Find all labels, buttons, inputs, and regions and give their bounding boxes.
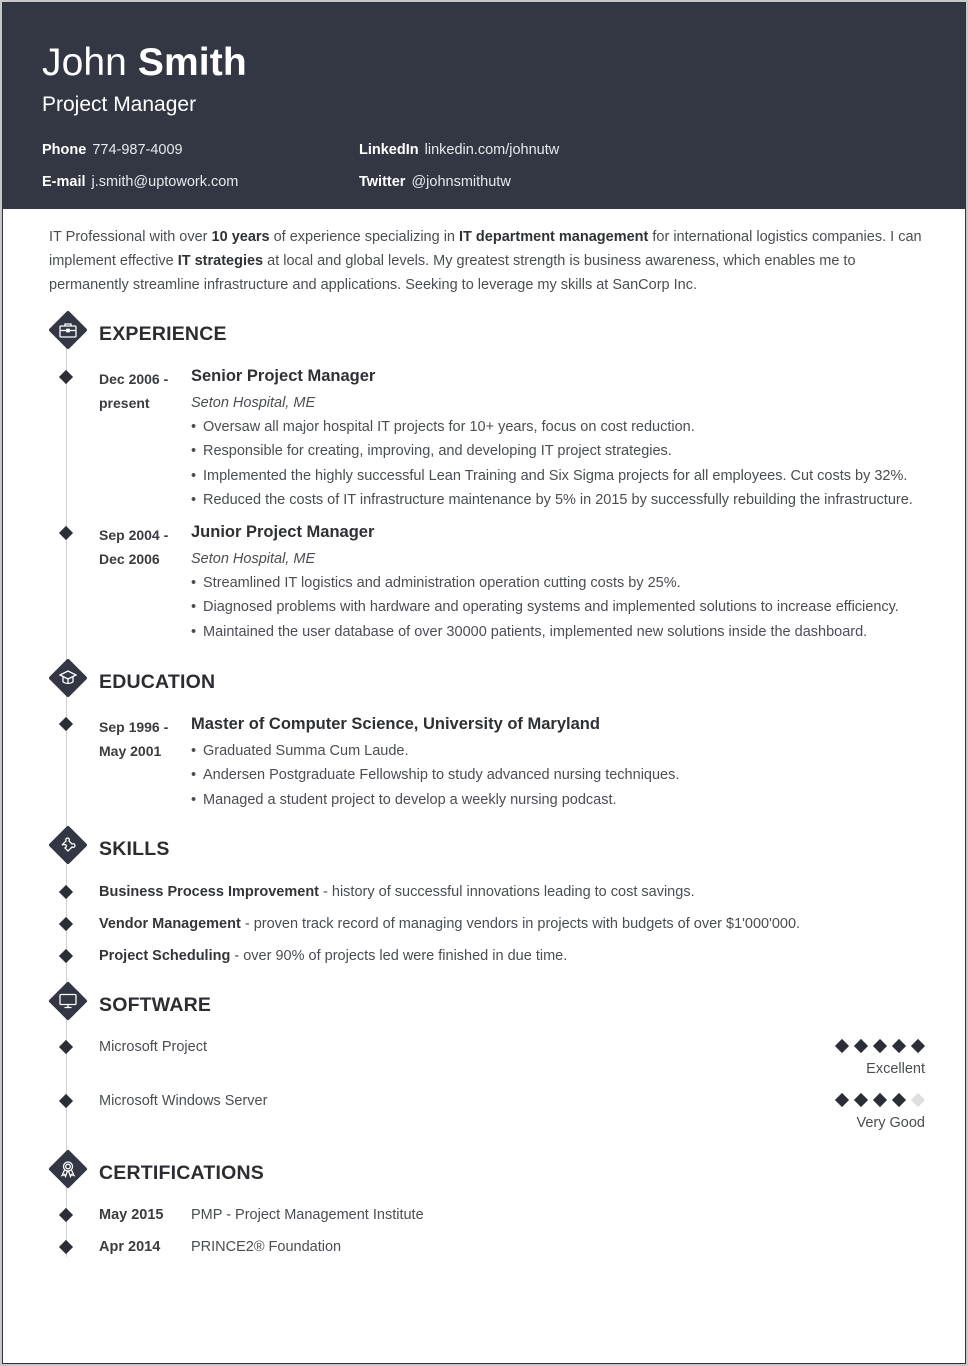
bullet-item: Diagnosed problems with hardware and ope… xyxy=(191,595,899,619)
skill-name: Business Process Improvement xyxy=(99,884,320,900)
timeline-dot xyxy=(58,948,74,964)
software-name: Microsoft Project xyxy=(99,1039,207,1055)
company: Seton Hospital, ME xyxy=(191,395,316,411)
section-title-skills: SKILLS xyxy=(99,838,170,860)
resume-page: John Smith Project Manager Phone 774-987-… xyxy=(2,2,966,1364)
last-name: Smith xyxy=(137,41,247,84)
skill-desc: - history of successful innovations lead… xyxy=(319,884,695,900)
rating-diamond-filled xyxy=(891,1092,907,1108)
date-start: Sep 1996 - xyxy=(99,719,169,735)
summary-highlight: 10 years xyxy=(211,229,270,245)
briefcase-icon xyxy=(48,310,88,350)
monitor-icon xyxy=(48,981,88,1021)
puzzle-icon xyxy=(48,825,88,865)
contact-value[interactable]: j.smith@uptowork.com xyxy=(92,174,239,190)
cert-name: PMP - Project Management Institute xyxy=(191,1207,424,1223)
section-title-certifications: CERTIFICATIONS xyxy=(99,1162,264,1184)
date-end: present xyxy=(99,395,150,411)
resume-header: John Smith Project Manager Phone 774-987-… xyxy=(3,3,965,209)
contact-label: Phone xyxy=(42,142,87,158)
rating-diamonds xyxy=(834,1038,926,1054)
bullet-item: Streamlined IT logistics and administrat… xyxy=(191,571,899,595)
rating-diamond-filled xyxy=(834,1038,850,1054)
rating-diamond-filled xyxy=(910,1038,926,1054)
timeline-dot xyxy=(58,369,74,385)
rating-diamond-empty xyxy=(910,1092,926,1108)
job-bullets: Oversaw all major hospital IT projects f… xyxy=(191,415,913,512)
date-end: May 2001 xyxy=(99,743,162,759)
timeline-dot xyxy=(58,916,74,932)
company: Seton Hospital, ME xyxy=(191,551,316,567)
bullet-item: Andersen Postgraduate Fellowship to stud… xyxy=(191,763,679,787)
section-title-experience: EXPERIENCE xyxy=(99,323,227,345)
job-title: Senior Project Manager xyxy=(191,367,376,385)
bullet-item: Responsible for creating, improving, and… xyxy=(191,439,913,463)
summary-highlight: IT strategies xyxy=(177,253,264,269)
timeline-dot xyxy=(58,884,74,900)
first-name: John xyxy=(42,41,127,84)
rating-diamond-filled xyxy=(853,1038,869,1054)
summary-highlight: IT department management xyxy=(459,229,649,245)
bullet-item: Reduced the costs of IT infrastructure m… xyxy=(191,488,913,512)
full-name: John Smith xyxy=(42,41,247,85)
rating-diamonds xyxy=(834,1092,926,1108)
bullet-item: Implemented the highly successful Lean T… xyxy=(191,464,913,488)
job-role: Project Manager xyxy=(42,93,197,116)
bullet-item: Maintained the user database of over 300… xyxy=(191,620,899,644)
skill-name: Vendor Management xyxy=(99,916,241,932)
graduation-cap-icon xyxy=(48,658,88,698)
award-ribbon-icon xyxy=(48,1149,88,1189)
skill-desc: - proven track record of managing vendor… xyxy=(240,916,801,932)
contact-phone: Phone 774-987-4009 xyxy=(42,142,183,158)
timeline-dot xyxy=(58,1207,74,1223)
timeline-line xyxy=(66,333,67,1257)
rating-diamond-filled xyxy=(872,1092,888,1108)
job-bullets: Streamlined IT logistics and administrat… xyxy=(191,571,899,644)
contact-twitter: Twitter @johnsmithutw xyxy=(359,174,511,190)
date-start: Dec 2006 - xyxy=(99,371,169,387)
contact-value[interactable]: linkedin.com/johnutw xyxy=(425,142,560,158)
timeline-dot xyxy=(58,716,74,732)
degree-title: Master of Computer Science, University o… xyxy=(191,715,600,733)
section-title-software: SOFTWARE xyxy=(99,994,212,1016)
contact-email: E-mail j.smith@uptowork.com xyxy=(42,174,238,190)
summary-text: of experience specializing in xyxy=(269,229,460,245)
contact-label: LinkedIn xyxy=(359,142,419,158)
cert-name: PRINCE2® Foundation xyxy=(191,1239,342,1255)
timeline-dot xyxy=(58,525,74,541)
contact-value[interactable]: @johnsmithutw xyxy=(411,174,510,190)
profile-summary: IT Professional with over 10 years of ex… xyxy=(49,225,939,297)
contact-label: E-mail xyxy=(42,174,86,190)
rating-diamond-filled xyxy=(891,1038,907,1054)
date-start: Sep 2004 - xyxy=(99,527,169,543)
section-title-education: EDUCATION xyxy=(99,671,216,693)
timeline-dot xyxy=(58,1239,74,1255)
skill-desc: - over 90% of projects led were finished… xyxy=(230,948,568,964)
job-title: Junior Project Manager xyxy=(191,523,375,541)
contact-label: Twitter xyxy=(359,174,406,190)
contact-linkedin: LinkedIn linkedin.com/johnutw xyxy=(359,142,559,158)
date-end: Dec 2006 xyxy=(99,551,160,567)
rating-diamond-filled xyxy=(834,1092,850,1108)
contact-value: 774-987-4009 xyxy=(92,142,183,158)
skill-name: Project Scheduling xyxy=(99,948,231,964)
bullet-item: Graduated Summa Cum Laude. xyxy=(191,739,679,763)
timeline-dot xyxy=(58,1039,74,1055)
rating-label: Very Good xyxy=(856,1115,925,1131)
education-bullets: Graduated Summa Cum Laude. Andersen Post… xyxy=(191,739,679,812)
rating-diamond-filled xyxy=(853,1092,869,1108)
rating-label: Excellent xyxy=(866,1061,925,1077)
software-name: Microsoft Windows Server xyxy=(99,1093,268,1109)
rating-diamond-filled xyxy=(872,1038,888,1054)
cert-date: May 2015 xyxy=(99,1207,164,1223)
timeline-dot xyxy=(58,1093,74,1109)
summary-text: IT Professional with over xyxy=(49,229,212,245)
bullet-item: Oversaw all major hospital IT projects f… xyxy=(191,415,913,439)
cert-date: Apr 2014 xyxy=(99,1239,161,1255)
bullet-item: Managed a student project to develop a w… xyxy=(191,788,679,812)
